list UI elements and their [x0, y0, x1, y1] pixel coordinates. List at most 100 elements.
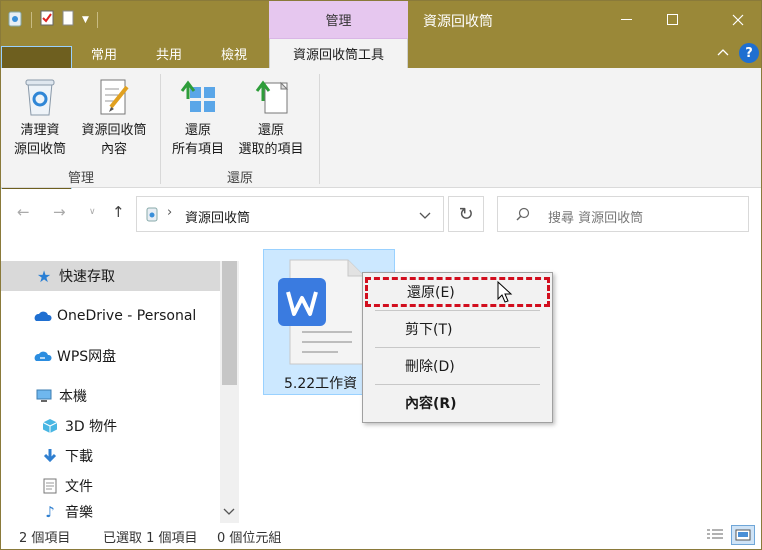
quick-access-toolbar: ▼ — [7, 9, 98, 31]
maximize-icon — [666, 14, 678, 25]
scroll-down-chevron-icon[interactable] — [223, 505, 235, 520]
recent-locations-chevron-icon[interactable]: ∨ — [89, 207, 96, 217]
restore-selected-label-1: 還原 — [257, 123, 284, 138]
recycle-bin-properties-button[interactable]: 資源回收筒 內容 — [75, 76, 153, 159]
help-icon[interactable]: ? — [739, 43, 759, 63]
menu-item-properties[interactable]: 內容(R) — [363, 389, 552, 417]
nav-item-wps[interactable]: WPS网盘 — [1, 341, 220, 371]
details-view-icon[interactable] — [706, 528, 724, 546]
context-tab-manage[interactable]: 管理 — [269, 1, 408, 38]
breadcrumb-chevron-icon[interactable]: › — [167, 205, 172, 220]
cube-icon — [39, 418, 61, 434]
navigation-bar: ← → ∨ ↑ › 資源回收筒 ↻ 搜尋 資源回收筒 — [1, 189, 761, 241]
menu-separator — [375, 384, 540, 385]
wps-writer-document-icon — [278, 258, 366, 370]
ribbon-tabs: 檔案 常用 共用 檢視 資源回收筒工具 ? — [1, 38, 761, 192]
window-title: 資源回收筒 — [423, 14, 493, 30]
nav-item-music[interactable]: ♪ 音樂 — [1, 500, 220, 524]
nav-label: 3D 物件 — [65, 419, 118, 435]
empty-recycle-bin-icon — [9, 76, 71, 118]
nav-label: 快速存取 — [59, 269, 115, 285]
tab-view[interactable]: 檢視 — [206, 38, 262, 68]
menu-item-cut[interactable]: 剪下(T) — [363, 315, 552, 343]
empty-recycle-bin-button[interactable]: 清理資 源回收筒 — [9, 76, 71, 159]
properties-icon — [75, 76, 153, 118]
nav-item-3d-objects[interactable]: 3D 物件 — [1, 411, 220, 441]
nav-item-quick-access[interactable]: ★ 快速存取 — [1, 261, 220, 291]
explorer-window: ▼ 管理 資源回收筒 檔案 常用 共用 檢視 資源回收筒工具 ? 清 — [0, 0, 762, 550]
wps-cloud-icon — [31, 349, 53, 363]
restore-selected-label-2: 選取的項目 — [238, 142, 304, 157]
menu-item-delete[interactable]: 刪除(D) — [363, 352, 552, 380]
maximize-button[interactable] — [649, 1, 695, 38]
search-icon — [516, 207, 530, 225]
nav-label: WPS网盘 — [57, 349, 117, 365]
nav-item-this-pc[interactable]: 本機 — [1, 381, 220, 411]
qat-dropdown-icon[interactable]: ▼ — [82, 15, 89, 25]
file-name: 5.22工作資 — [284, 376, 358, 392]
restore-all-label-2: 所有項目 — [171, 142, 224, 157]
nav-item-downloads[interactable]: 下載 — [1, 441, 220, 471]
selection-size: 0 個位元組 — [217, 531, 282, 546]
nav-label: 本機 — [59, 389, 87, 405]
qat-separator — [31, 12, 32, 28]
large-icons-view-icon[interactable] — [731, 525, 755, 545]
restore-all-icon — [167, 76, 229, 118]
search-input[interactable]: 搜尋 資源回收筒 — [497, 196, 749, 232]
ribbon-panel: 清理資 源回收筒 資源回收筒 內容 管理 還原 所有項目 還原 選取的項目 還原 — [1, 68, 761, 188]
address-bar[interactable]: › 資源回收筒 — [136, 196, 444, 232]
forward-arrow-icon[interactable]: → — [53, 203, 66, 221]
menu-separator — [375, 347, 540, 348]
computer-icon — [33, 389, 55, 403]
collapse-ribbon-icon[interactable] — [717, 45, 729, 60]
cloud-icon — [31, 310, 53, 322]
nav-item-onedrive[interactable]: OneDrive - Personal — [1, 301, 220, 331]
up-arrow-icon[interactable]: ↑ — [112, 203, 125, 221]
properties-qat-icon[interactable] — [40, 10, 54, 30]
close-icon — [732, 14, 744, 25]
refresh-icon: ↻ — [458, 203, 474, 225]
recycle-bin-app-icon — [7, 9, 23, 31]
breadcrumb[interactable]: 資源回收筒 — [185, 207, 250, 226]
nav-pane-scrollbar[interactable] — [220, 261, 239, 523]
restore-selected-icon — [231, 76, 311, 118]
minimize-icon — [620, 19, 632, 20]
nav-label: OneDrive - Personal — [57, 308, 197, 324]
minimize-button[interactable] — [603, 1, 649, 38]
new-folder-qat-icon[interactable] — [62, 10, 74, 30]
status-bar: 2 個項目 已選取 1 個項目 0 個位元組 — [1, 523, 761, 549]
restore-selected-button[interactable]: 還原 選取的項目 — [231, 76, 311, 159]
restore-all-label-1: 還原 — [184, 123, 211, 138]
address-dropdown-icon[interactable] — [419, 209, 431, 224]
empty-bin-label-1: 清理資 — [20, 123, 60, 138]
ribbon-group-separator — [319, 74, 320, 184]
group-label-manage: 管理 — [67, 171, 94, 186]
tab-home[interactable]: 常用 — [76, 38, 132, 68]
back-arrow-icon[interactable]: ← — [17, 203, 30, 221]
navigation-pane: ★ 快速存取 OneDrive - Personal WPS网盘 本機 3D 物… — [1, 241, 241, 523]
menu-separator — [375, 310, 540, 311]
scrollbar-thumb[interactable] — [222, 261, 237, 385]
tab-recycle-bin-tools[interactable]: 資源回收筒工具 — [269, 38, 408, 68]
refresh-button[interactable]: ↻ — [448, 196, 484, 232]
menu-item-restore[interactable]: 還原(E) — [365, 277, 550, 307]
properties-label-1: 資源回收筒 — [81, 123, 147, 138]
download-icon — [39, 448, 61, 464]
item-count: 2 個項目 — [19, 531, 71, 546]
search-placeholder: 搜尋 資源回收筒 — [548, 211, 644, 226]
context-menu: 還原(E) 剪下(T) 刪除(D) 內容(R) — [362, 272, 553, 423]
nav-item-documents[interactable]: 文件 — [1, 471, 220, 501]
tab-share[interactable]: 共用 — [141, 38, 197, 68]
music-note-icon: ♪ — [45, 503, 55, 521]
star-icon: ★ — [36, 266, 52, 286]
restore-all-button[interactable]: 還原 所有項目 — [167, 76, 229, 159]
empty-bin-label-2: 源回收筒 — [13, 142, 66, 157]
document-icon — [39, 478, 61, 494]
qat-separator — [96, 12, 98, 28]
nav-label: 文件 — [65, 479, 93, 495]
nav-label: 音樂 — [65, 505, 93, 521]
group-label-restore: 還原 — [226, 171, 253, 186]
nav-label: 下載 — [65, 449, 93, 465]
selection-count: 已選取 1 個項目 — [103, 531, 198, 546]
close-button[interactable] — [715, 1, 761, 38]
